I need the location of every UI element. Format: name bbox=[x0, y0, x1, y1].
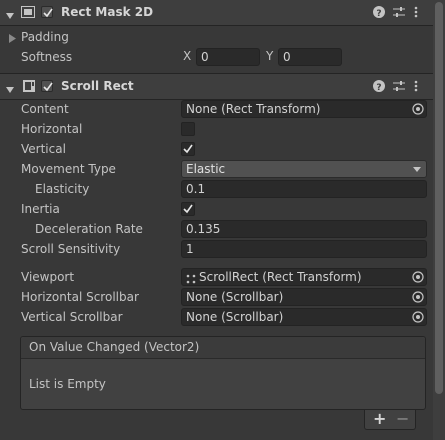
vertical-checkbox[interactable] bbox=[181, 142, 195, 156]
rect-mask-enabled-checkbox[interactable] bbox=[41, 6, 53, 18]
movement-type-value: Elastic bbox=[186, 162, 226, 176]
softness-x-label[interactable]: X bbox=[183, 49, 191, 63]
deceleration-rate-label: Deceleration Rate bbox=[35, 222, 143, 236]
check-icon bbox=[183, 204, 193, 214]
elasticity-field[interactable]: 0.1 bbox=[181, 180, 427, 198]
rect-mask-header[interactable]: Rect Mask 2D ? bbox=[0, 0, 433, 26]
remove-listener-button[interactable]: − bbox=[396, 410, 409, 428]
content-label: Content bbox=[21, 102, 69, 116]
rect-mask-component-icon bbox=[21, 6, 35, 18]
deceleration-rate-value: 0.135 bbox=[186, 222, 221, 236]
foldout-expanded-icon[interactable] bbox=[6, 9, 14, 23]
content-value: None (Rect Transform) bbox=[186, 102, 321, 116]
add-listener-button[interactable]: + bbox=[373, 410, 386, 428]
foldout-expanded-icon[interactable] bbox=[6, 83, 14, 97]
preset-sliders-icon[interactable] bbox=[393, 80, 405, 92]
object-picker-icon[interactable] bbox=[412, 271, 424, 283]
movement-type-dropdown[interactable]: Elastic bbox=[181, 160, 427, 178]
viewport-value: ScrollRect (Rect Transform) bbox=[199, 270, 362, 284]
softness-y-field[interactable]: 0 bbox=[278, 48, 342, 66]
scroll-rect-header[interactable]: Scroll Rect ? bbox=[0, 73, 433, 100]
vertical-scrollbar-value: None (Scrollbar) bbox=[186, 310, 284, 324]
horizontal-scrollbar-value: None (Scrollbar) bbox=[186, 290, 284, 304]
rect-mask-title: Rect Mask 2D bbox=[61, 5, 154, 19]
scroll-rect-title: Scroll Rect bbox=[61, 79, 134, 93]
movement-type-label: Movement Type bbox=[21, 162, 116, 176]
viewport-field[interactable]: ScrollRect (Rect Transform) bbox=[181, 268, 427, 286]
chevron-down-icon bbox=[413, 167, 421, 172]
content-field[interactable]: None (Rect Transform) bbox=[181, 100, 427, 118]
scrollbar-thumb[interactable] bbox=[435, 2, 443, 394]
softness-label: Softness bbox=[21, 50, 73, 64]
vertical-label: Vertical bbox=[21, 142, 66, 156]
vertical-scrollbar-field[interactable]: None (Scrollbar) bbox=[181, 308, 427, 326]
padding-foldout-icon[interactable] bbox=[9, 32, 16, 46]
component-menu-icon[interactable] bbox=[414, 80, 426, 92]
viewport-label: Viewport bbox=[21, 270, 75, 284]
scroll-sensitivity-value: 1 bbox=[186, 242, 194, 256]
scroll-rect-component-icon bbox=[23, 80, 37, 92]
softness-y-value: 0 bbox=[283, 50, 291, 64]
deceleration-rate-field[interactable]: 0.135 bbox=[181, 220, 427, 238]
event-title: On Value Changed (Vector2) bbox=[29, 340, 200, 354]
svg-text:?: ? bbox=[376, 9, 381, 18]
horizontal-scrollbar-label: Horizontal Scrollbar bbox=[21, 290, 139, 304]
elasticity-label: Elasticity bbox=[35, 182, 90, 196]
object-picker-icon[interactable] bbox=[412, 291, 424, 303]
svg-text:?: ? bbox=[376, 83, 381, 92]
event-add-remove-bar: + − bbox=[364, 410, 416, 430]
padding-label[interactable]: Padding bbox=[21, 29, 69, 45]
help-icon[interactable]: ? bbox=[373, 80, 385, 93]
event-header: On Value Changed (Vector2) bbox=[21, 337, 425, 359]
horizontal-checkbox[interactable] bbox=[181, 122, 195, 136]
horizontal-scrollbar-field[interactable]: None (Scrollbar) bbox=[181, 288, 427, 306]
elasticity-value: 0.1 bbox=[186, 182, 206, 196]
inertia-label: Inertia bbox=[21, 202, 60, 216]
object-picker-icon[interactable] bbox=[412, 311, 424, 323]
scroll-rect-enabled-checkbox[interactable] bbox=[41, 80, 53, 92]
softness-x-field[interactable]: 0 bbox=[196, 48, 260, 66]
check-icon bbox=[183, 144, 193, 154]
event-empty-text: List is Empty bbox=[29, 377, 106, 391]
inertia-checkbox[interactable] bbox=[181, 202, 195, 216]
help-icon[interactable]: ? bbox=[373, 6, 385, 19]
vertical-scrollbar-label: Vertical Scrollbar bbox=[21, 310, 123, 324]
rect-transform-icon bbox=[186, 272, 196, 288]
softness-x-value: 0 bbox=[201, 50, 209, 64]
component-menu-icon[interactable] bbox=[414, 6, 426, 18]
scroll-sensitivity-field[interactable]: 1 bbox=[181, 240, 427, 258]
horizontal-label: Horizontal bbox=[21, 122, 83, 136]
inspector-scrollbar[interactable] bbox=[433, 0, 445, 440]
on-value-changed-event: On Value Changed (Vector2) List is Empty bbox=[20, 336, 426, 410]
object-picker-icon[interactable] bbox=[412, 103, 424, 115]
scroll-sensitivity-label: Scroll Sensitivity bbox=[21, 242, 121, 256]
softness-y-label[interactable]: Y bbox=[266, 49, 273, 63]
preset-sliders-icon[interactable] bbox=[393, 6, 405, 18]
